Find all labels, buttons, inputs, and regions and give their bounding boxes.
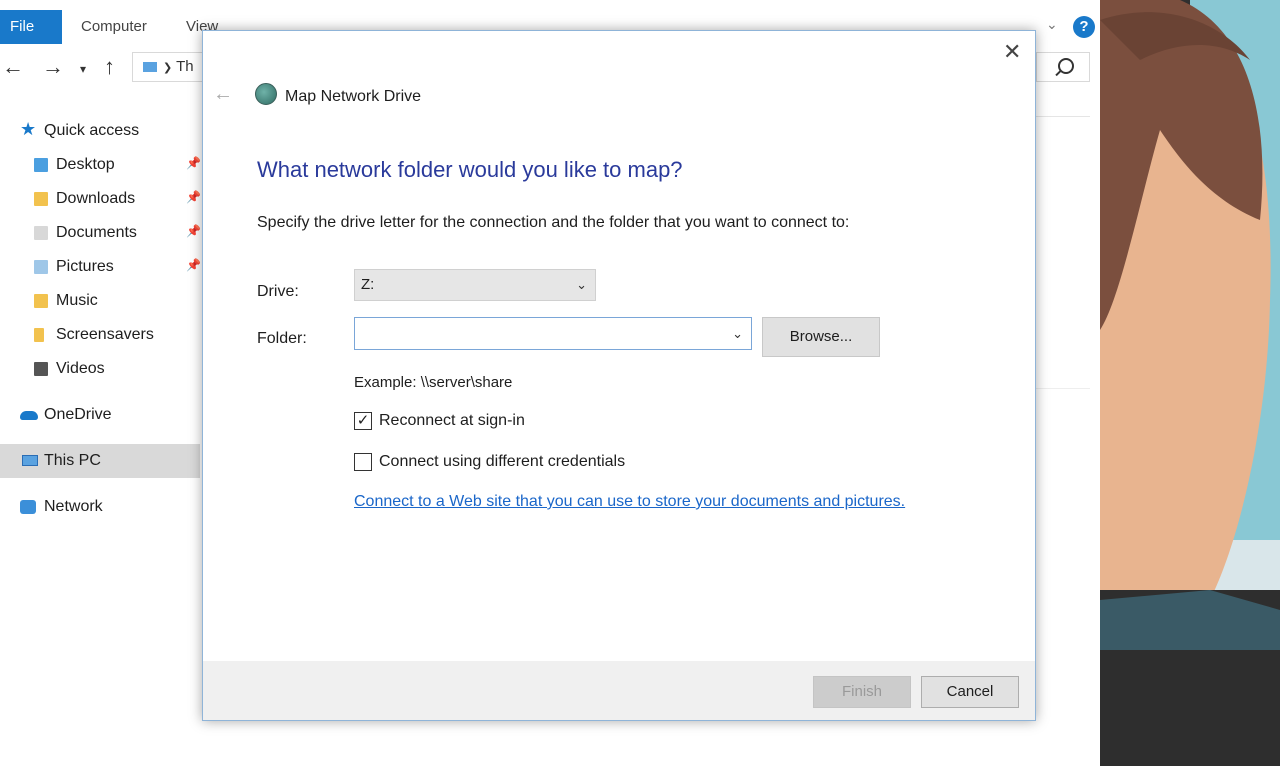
help-icon[interactable]: ? <box>1073 16 1095 38</box>
reconnect-label[interactable]: Reconnect at sign-in <box>379 412 525 430</box>
back-arrow-icon[interactable]: ← <box>213 83 233 106</box>
sidebar-item-downloads[interactable]: Downloads 📌 <box>0 182 201 216</box>
sidebar-item-videos[interactable]: Videos <box>0 352 200 386</box>
pictures-folder-icon <box>34 260 48 274</box>
drive-label: Drive: <box>257 283 299 300</box>
pin-icon[interactable]: 📌 <box>186 190 201 204</box>
sidebar-item-this-pc[interactable]: This PC <box>0 444 200 478</box>
example-text: Example: \\server\share <box>354 374 513 391</box>
chevron-down-icon: ⌄ <box>576 277 587 292</box>
pin-icon[interactable]: 📌 <box>186 258 201 272</box>
recent-locations-chevron-icon[interactable]: ▾ <box>80 62 86 76</box>
music-folder-icon <box>34 294 48 308</box>
address-bar[interactable]: ❯ Th <box>132 52 212 82</box>
dialog-footer: Finish Cancel <box>203 661 1035 720</box>
up-arrow-icon[interactable]: ↑ <box>104 54 115 80</box>
finish-button[interactable]: Finish <box>813 676 911 708</box>
address-text: Th <box>176 58 194 75</box>
sidebar-item-documents[interactable]: Documents 📌 <box>0 216 201 250</box>
pin-icon[interactable]: 📌 <box>186 156 201 170</box>
close-icon[interactable]: ✕ <box>1003 41 1021 63</box>
sidebar-item-label: Downloads <box>56 190 136 207</box>
sidebar-item-label: Network <box>44 498 103 515</box>
sidebar-item-label: Quick access <box>44 122 140 139</box>
credentials-label[interactable]: Connect using different credentials <box>379 453 625 471</box>
search-icon[interactable] <box>1058 58 1074 74</box>
drive-dropdown[interactable]: Z: ⌄ <box>354 269 596 301</box>
sidebar-item-label: Music <box>56 292 98 309</box>
folder-label: Folder: <box>257 330 307 347</box>
cloud-icon <box>20 411 38 420</box>
dialog-title: Map Network Drive <box>285 88 422 105</box>
computer-icon <box>22 455 38 466</box>
sidebar-item-desktop[interactable]: Desktop 📌 <box>0 148 201 182</box>
back-arrow-icon[interactable]: ← <box>2 54 24 80</box>
folder-icon <box>34 328 44 342</box>
sidebar-item-label: Pictures <box>56 258 114 275</box>
sidebar-item-label: Screensavers <box>56 326 154 343</box>
sidebar-item-music[interactable]: Music <box>0 284 200 318</box>
person-illustration <box>1100 0 1280 766</box>
network-drive-icon <box>255 83 277 105</box>
sidebar-item-label: OneDrive <box>44 406 112 423</box>
drive-value: Z: <box>361 276 375 293</box>
page-heading: What network folder would you like to ma… <box>257 157 683 182</box>
sidebar-item-label: Videos <box>56 360 105 377</box>
cancel-button[interactable]: Cancel <box>921 676 1019 708</box>
instruction-text: Specify the drive letter for the connect… <box>257 214 850 231</box>
chevron-down-icon[interactable]: ⌄ <box>732 318 743 349</box>
expand-ribbon-chevron-icon[interactable]: ⌄ <box>1046 16 1058 33</box>
desktop-folder-icon <box>34 158 48 172</box>
folder-combobox[interactable]: ⌄ <box>354 317 752 350</box>
map-network-drive-dialog: ✕ ← Map Network Drive What network folde… <box>202 30 1036 721</box>
web-site-link[interactable]: Connect to a Web site that you can use t… <box>354 493 905 511</box>
sidebar-item-pictures[interactable]: Pictures 📌 <box>0 250 201 284</box>
folder-input[interactable] <box>359 318 723 349</box>
sidebar-item-quick-access[interactable]: ★ Quick access <box>0 114 200 148</box>
pin-icon[interactable]: 📌 <box>186 224 201 238</box>
sidebar-item-network[interactable]: Network <box>0 490 200 524</box>
divider <box>1036 116 1090 117</box>
downloads-folder-icon <box>34 192 48 206</box>
background-illustration <box>1100 0 1280 766</box>
documents-folder-icon <box>34 226 48 240</box>
network-icon <box>20 500 36 514</box>
credentials-checkbox[interactable] <box>354 453 372 471</box>
divider <box>1036 388 1090 389</box>
browse-button[interactable]: Browse... <box>762 317 880 357</box>
tab-computer[interactable]: Computer <box>81 18 147 35</box>
sidebar-item-label: This PC <box>44 452 101 469</box>
sidebar-item-label: Desktop <box>56 156 115 173</box>
videos-folder-icon <box>34 362 48 376</box>
sidebar-item-label: Documents <box>56 224 137 241</box>
sidebar-item-onedrive[interactable]: OneDrive <box>0 398 200 432</box>
reconnect-checkbox[interactable]: ✓ <box>354 412 372 430</box>
forward-arrow-icon[interactable]: → <box>42 54 64 80</box>
star-icon: ★ <box>20 119 37 139</box>
this-pc-icon <box>143 62 157 73</box>
tab-file[interactable]: File <box>0 10 62 44</box>
sidebar-item-screensavers[interactable]: Screensavers <box>0 318 200 352</box>
breadcrumb-separator-icon: ❯ <box>163 62 173 74</box>
